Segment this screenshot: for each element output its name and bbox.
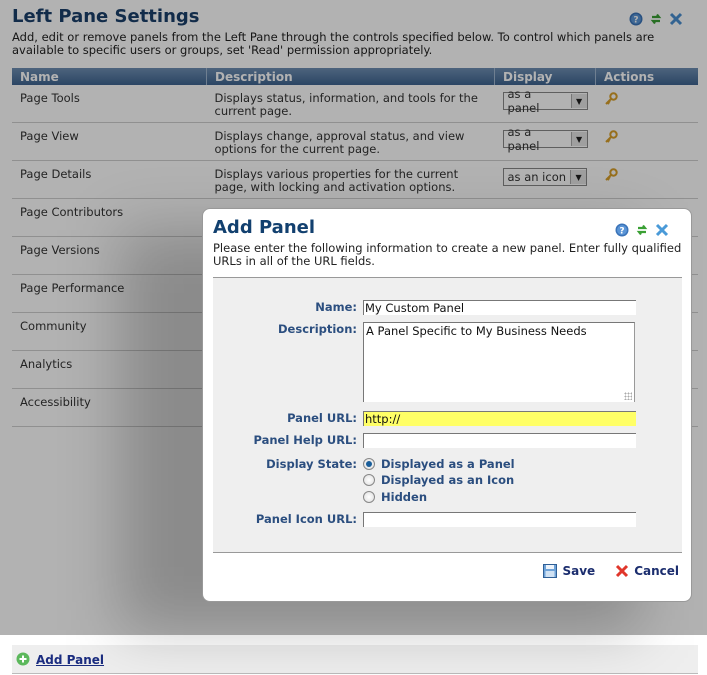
panel-icon-url-field[interactable] (363, 512, 636, 527)
add-icon[interactable] (16, 652, 30, 666)
panel-url-label: Panel URL: (287, 411, 357, 425)
dialog-header-icons: ? (615, 223, 669, 237)
cancel-label: Cancel (634, 564, 679, 578)
description-textarea[interactable]: A Panel Specific to My Business Needs (363, 322, 635, 402)
display-state-label: Display State: (266, 457, 357, 471)
add-panel-dialog: Add Panel ? Please enter the following i… (202, 208, 692, 602)
close-icon[interactable] (655, 223, 669, 237)
description-value: A Panel Specific to My Business Needs (366, 324, 587, 338)
name-field[interactable] (363, 300, 636, 315)
radio-hidden[interactable]: Hidden (363, 490, 427, 504)
radio-button[interactable] (363, 491, 375, 503)
panel-help-url-label: Panel Help URL: (253, 433, 357, 447)
dialog-actions: Save Cancel (543, 564, 679, 578)
radio-displayed-as-panel[interactable]: Displayed as a Panel (363, 457, 515, 471)
dialog-title: Add Panel (213, 217, 316, 238)
description-label: Description: (278, 322, 357, 336)
add-panel-link[interactable]: Add Panel (36, 653, 104, 667)
save-icon (543, 564, 558, 578)
cancel-icon (616, 564, 629, 578)
name-label: Name: (315, 300, 357, 314)
dialog-intro: Please enter the following information t… (213, 241, 682, 268)
dialog-form: Name: Description: A Panel Specific to M… (213, 277, 682, 553)
radio-label: Hidden (381, 490, 428, 504)
panel-help-url-field[interactable] (363, 433, 636, 448)
panel-icon-url-label: Panel Icon URL: (255, 512, 357, 526)
save-label: Save (562, 564, 596, 578)
cancel-button[interactable]: Cancel (615, 564, 679, 578)
radio-label: Displayed as a Panel (381, 457, 515, 471)
help-icon[interactable]: ? (615, 223, 629, 237)
radio-displayed-as-icon[interactable]: Displayed as an Icon (363, 473, 514, 487)
radio-button-selected[interactable] (363, 458, 375, 470)
panel-url-field[interactable] (363, 411, 636, 426)
radio-button[interactable] (363, 474, 375, 486)
save-button[interactable]: Save (543, 564, 595, 578)
radio-label: Displayed as an Icon (381, 473, 515, 487)
footer-bar: Add Panel (12, 645, 698, 674)
resize-grip-icon[interactable] (624, 392, 632, 400)
svg-text:?: ? (619, 227, 624, 237)
refresh-icon[interactable] (635, 223, 649, 237)
